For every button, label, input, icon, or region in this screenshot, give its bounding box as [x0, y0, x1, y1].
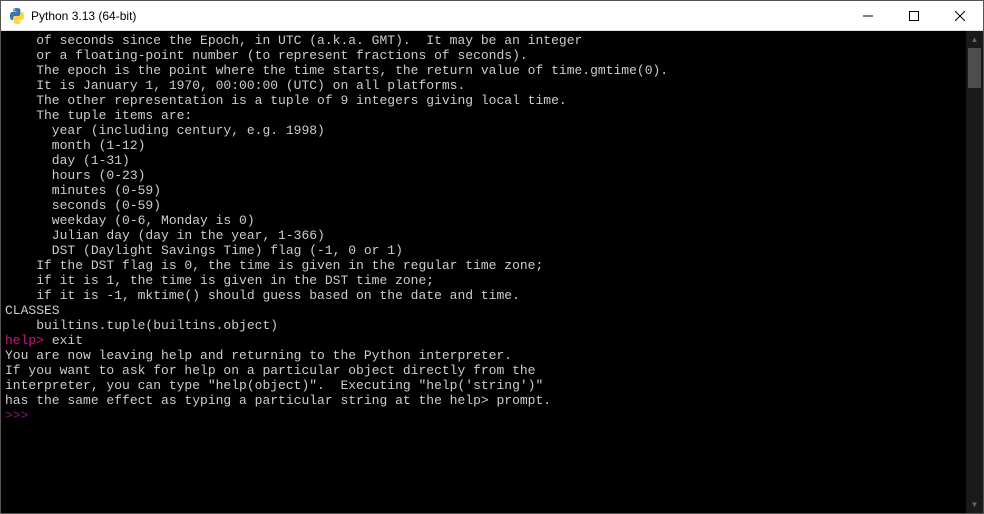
terminal-line: interpreter, you can type "help(object)"…	[5, 378, 966, 393]
terminal-line: year (including century, e.g. 1998)	[5, 123, 966, 138]
close-button[interactable]	[937, 1, 983, 30]
vertical-scrollbar[interactable]: ▲ ▼	[966, 31, 983, 513]
python-icon	[9, 8, 25, 24]
terminal-line: if it is -1, mktime() should guess based…	[5, 288, 966, 303]
terminal-line: It is January 1, 1970, 00:00:00 (UTC) on…	[5, 78, 966, 93]
terminal-output[interactable]: of seconds since the Epoch, in UTC (a.k.…	[1, 31, 966, 513]
scroll-track[interactable]	[966, 48, 983, 496]
scroll-thumb[interactable]	[968, 48, 981, 88]
window-title: Python 3.13 (64-bit)	[31, 9, 845, 23]
terminal-line: The tuple items are:	[5, 108, 966, 123]
terminal-line: Julian day (day in the year, 1-366)	[5, 228, 966, 243]
terminal-line: The epoch is the point where the time st…	[5, 63, 966, 78]
terminal-line: weekday (0-6, Monday is 0)	[5, 213, 966, 228]
terminal-line: help> exit	[5, 333, 966, 348]
terminal-line: DST (Daylight Savings Time) flag (-1, 0 …	[5, 243, 966, 258]
scroll-up-arrow[interactable]: ▲	[966, 31, 983, 48]
terminal-line: If you want to ask for help on a particu…	[5, 363, 966, 378]
titlebar[interactable]: Python 3.13 (64-bit)	[1, 1, 983, 31]
minimize-button[interactable]	[845, 1, 891, 30]
terminal-line: or a floating-point number (to represent…	[5, 48, 966, 63]
terminal-line: builtins.tuple(builtins.object)	[5, 318, 966, 333]
terminal-line: month (1-12)	[5, 138, 966, 153]
terminal-line: has the same effect as typing a particul…	[5, 393, 966, 408]
terminal-area: of seconds since the Epoch, in UTC (a.k.…	[1, 31, 983, 513]
terminal-line: CLASSES	[5, 303, 966, 318]
terminal-line: day (1-31)	[5, 153, 966, 168]
scroll-down-arrow[interactable]: ▼	[966, 496, 983, 513]
terminal-line: minutes (0-59)	[5, 183, 966, 198]
terminal-line: hours (0-23)	[5, 168, 966, 183]
application-window: Python 3.13 (64-bit) of seconds since th…	[0, 0, 984, 514]
terminal-line: of seconds since the Epoch, in UTC (a.k.…	[5, 33, 966, 48]
terminal-line: seconds (0-59)	[5, 198, 966, 213]
maximize-button[interactable]	[891, 1, 937, 30]
window-controls	[845, 1, 983, 30]
terminal-line: >>>	[5, 408, 966, 423]
terminal-line: The other representation is a tuple of 9…	[5, 93, 966, 108]
terminal-line: if it is 1, the time is given in the DST…	[5, 273, 966, 288]
terminal-line: If the DST flag is 0, the time is given …	[5, 258, 966, 273]
terminal-line: You are now leaving help and returning t…	[5, 348, 966, 363]
